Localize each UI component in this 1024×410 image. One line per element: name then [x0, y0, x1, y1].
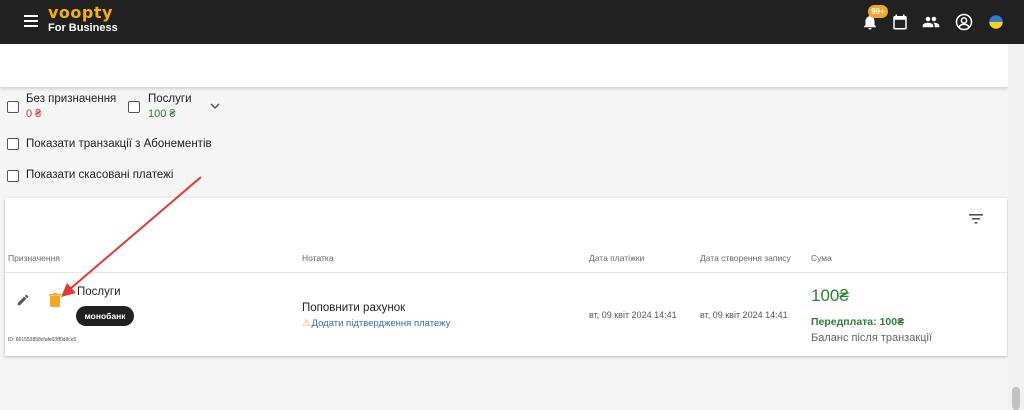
table-divider: [5, 272, 1007, 273]
filter-icon[interactable]: [969, 214, 983, 224]
row-purpose: Послуги: [77, 286, 121, 298]
show-subscriptions-checkbox[interactable]: [7, 138, 19, 150]
column-header-created-date[interactable]: Дата створення запису: [700, 253, 791, 263]
warning-icon: ⚠: [302, 318, 311, 329]
row-id: ID: 661553858cfafe03ff0d8ce5: [8, 337, 77, 343]
services-label: Послуги: [148, 93, 192, 105]
row-payment-date: вт, 09 квіт 2024 14:41: [589, 310, 677, 320]
column-header-payment-date[interactable]: Дата платіжки: [589, 253, 644, 263]
row-sum: 100₴: [811, 286, 849, 305]
brand[interactable]: voopty For Business: [48, 5, 118, 35]
bank-chip[interactable]: монобанк: [76, 306, 134, 326]
notification-badge: 99+: [868, 5, 888, 18]
add-confirmation-label: Додати підтвердження платежу: [311, 318, 451, 329]
scrollbar-thumb[interactable]: [1012, 387, 1020, 410]
scrollbar-track[interactable]: [1008, 44, 1024, 410]
people-icon[interactable]: [922, 13, 940, 31]
menu-icon[interactable]: [24, 15, 38, 27]
brand-logo: voopty: [48, 3, 113, 22]
row-prepayment: Передплата: 100₴: [811, 316, 905, 328]
row-balance-label: Баланс після транзакції: [811, 332, 932, 344]
calendar-icon[interactable]: [891, 13, 909, 31]
show-subscriptions-label: Показати транзакції з Абонементів: [26, 138, 212, 150]
column-header-note[interactable]: Нотатка: [302, 253, 334, 263]
no-purpose-label: Без призначення: [26, 93, 117, 105]
flag-icon[interactable]: [987, 13, 1005, 31]
column-header-purpose[interactable]: Призначення: [8, 253, 60, 263]
filter-panel: [0, 44, 1008, 87]
trash-icon[interactable]: [49, 293, 61, 307]
no-purpose-checkbox[interactable]: [7, 101, 19, 113]
row-note: Поповнити рахунок: [302, 302, 406, 314]
services-checkbox[interactable]: [128, 101, 140, 113]
column-header-sum[interactable]: Сума: [811, 253, 832, 263]
chevron-down-icon[interactable]: [210, 102, 220, 110]
show-cancelled-label: Показати скасовані платежі: [26, 169, 174, 181]
services-amount: 100 ₴: [148, 108, 176, 120]
account-icon[interactable]: [955, 13, 973, 31]
show-cancelled-checkbox[interactable]: [7, 170, 19, 182]
brand-subtitle: For Business: [48, 22, 118, 34]
add-confirmation-link[interactable]: ⚠Додати підтвердження платежу: [302, 318, 450, 329]
row-created-date: вт, 09 квіт 2024 14:41: [700, 310, 788, 320]
edit-icon[interactable]: [16, 293, 30, 307]
no-purpose-amount: 0 ₴: [26, 108, 42, 120]
